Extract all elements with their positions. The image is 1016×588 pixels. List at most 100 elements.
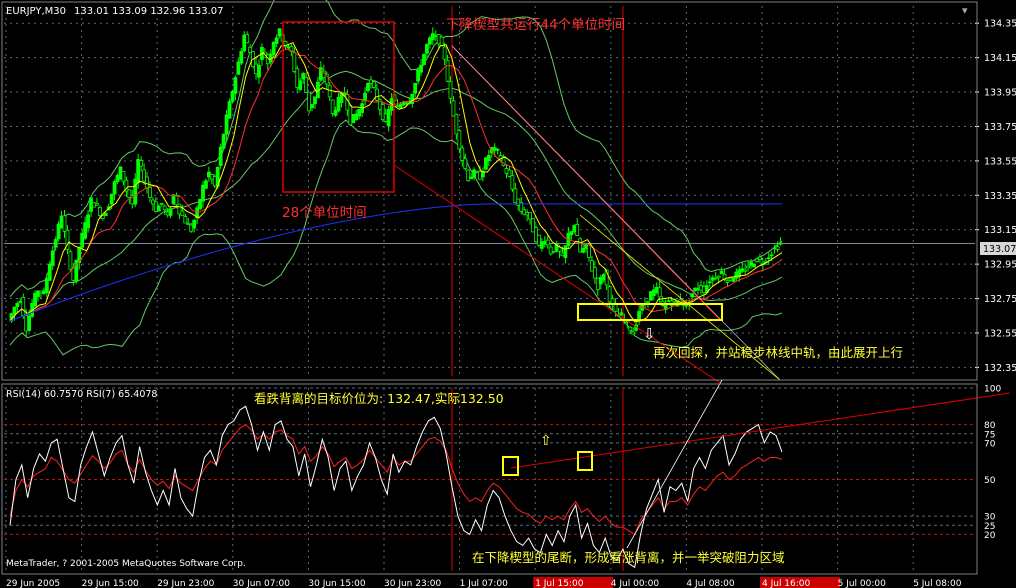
time-tick-label: 29 Jun 15:00: [82, 579, 139, 588]
time-tick-label: 4 Jul 00:00: [611, 579, 660, 588]
candle-body: [746, 265, 751, 269]
candle-body: [657, 287, 662, 298]
price-tick-label: 133.35: [984, 191, 1016, 202]
price-tick-label: 132.55: [984, 328, 1016, 339]
annotation-bullish-divergence: 在下降楔型的尾断，形成看涨背离，并一举突破阻力区域: [472, 550, 785, 565]
candle-body: [766, 257, 771, 260]
candle-body: [451, 100, 456, 117]
price-tick-label: 133.75: [984, 122, 1016, 133]
candle-body: [510, 175, 515, 190]
time-tick-label: 30 Jun 07:00: [233, 579, 290, 588]
candle-body: [548, 246, 553, 255]
candle-body: [628, 326, 633, 331]
price-tick-label: 134.35: [984, 19, 1016, 30]
annotation-retest: 再次回探，并站稳步林线中轨，由此展开上行: [653, 345, 903, 360]
candle-body: [310, 104, 314, 109]
candle-body: [227, 101, 232, 119]
rsi-tick-label: 70: [984, 439, 996, 449]
candle-body: [486, 155, 491, 162]
candle-body: [327, 85, 332, 98]
candle-body: [422, 53, 426, 65]
candle-body: [180, 210, 185, 216]
candle-body: [707, 281, 712, 284]
candle-body: [637, 311, 641, 319]
candle-body: [445, 60, 450, 82]
candle-body: [121, 171, 126, 182]
price-tick-label: 133.15: [984, 225, 1016, 236]
chart-background: [0, 0, 1016, 588]
candle-body: [731, 277, 736, 282]
candle-body: [183, 216, 188, 224]
candle-body: [112, 181, 117, 195]
rsi-tick-label: 20: [984, 531, 996, 541]
price-tick-label: 133.55: [984, 156, 1016, 167]
candle-body: [97, 206, 102, 216]
corner-arrow-icon: ▾: [962, 4, 968, 17]
price-tick-label: 132.95: [984, 260, 1016, 271]
candle-body: [86, 214, 90, 229]
candle-body: [145, 176, 149, 189]
svg-text:133.07: 133.07: [983, 244, 1016, 255]
candle-body: [448, 81, 453, 99]
candle-body: [47, 263, 52, 281]
up-arrow-icon: ⇧: [540, 433, 552, 449]
current-price-label: 133.07: [980, 242, 1016, 255]
time-tick-label: 5 Jul 08:00: [913, 579, 962, 588]
candle-body: [769, 254, 774, 257]
candle-body: [68, 251, 73, 270]
price-tick-label: 134.15: [984, 53, 1016, 64]
candle-body: [631, 331, 636, 335]
candle-body: [53, 239, 58, 248]
candle-body: [21, 296, 26, 316]
candle-body: [575, 224, 580, 236]
candle-body: [619, 312, 624, 316]
candle-body: [719, 270, 724, 275]
candle-body: [374, 88, 379, 101]
candle-body: [563, 245, 568, 258]
candle-body: [221, 133, 226, 149]
candle-body: [103, 212, 108, 217]
candle-body: [442, 46, 447, 60]
price-tick-label: 132.35: [984, 363, 1016, 374]
candle-body: [168, 208, 173, 216]
candle-body: [725, 279, 730, 283]
candle-body: [133, 178, 138, 205]
candle-body: [236, 61, 241, 75]
candle-body: [304, 77, 309, 93]
candle-body: [174, 195, 179, 206]
candle-body: [581, 248, 586, 253]
candle-body: [430, 33, 435, 41]
candle-body: [569, 231, 574, 236]
candle-body: [139, 160, 144, 167]
candle-body: [690, 293, 695, 298]
metatrader-chart: 134.35 134.15 133.95 133.75 133.55 133.35 133.…: [0, 0, 1016, 588]
time-tick-label: 1 Jul 07:00: [460, 579, 509, 588]
candle-body: [218, 146, 223, 166]
candle-body: [775, 246, 780, 250]
candle-body: [495, 148, 500, 151]
candle-body: [646, 300, 650, 303]
down-arrow-icon: ⇩: [643, 325, 656, 343]
candle-body: [192, 219, 197, 229]
candle-body: [463, 158, 468, 169]
candle-body: [372, 81, 376, 89]
candle-body: [159, 202, 164, 205]
candle-body: [15, 303, 20, 307]
time-tick-label: 30 Jun 23:00: [384, 579, 441, 588]
candle-body: [613, 303, 618, 312]
candle-body: [109, 193, 114, 205]
chart-title: EURJPY,M30 133.01 133.09 132.96 133.07: [6, 6, 224, 17]
price-tick-label: 132.75: [984, 294, 1016, 305]
candle-body: [27, 315, 32, 331]
candle-body: [366, 82, 370, 92]
copyright: MetaTrader, ? 2001-2005 MetaQuotes Softw…: [6, 559, 246, 569]
candle-body: [95, 203, 99, 206]
candle-body: [758, 256, 762, 260]
candle-body: [50, 250, 55, 266]
candle-body: [457, 130, 462, 150]
candle-body: [472, 169, 476, 178]
candle-body: [419, 64, 423, 73]
candle-body: [233, 77, 238, 94]
candle-body: [386, 109, 391, 127]
candle-body: [439, 36, 444, 47]
